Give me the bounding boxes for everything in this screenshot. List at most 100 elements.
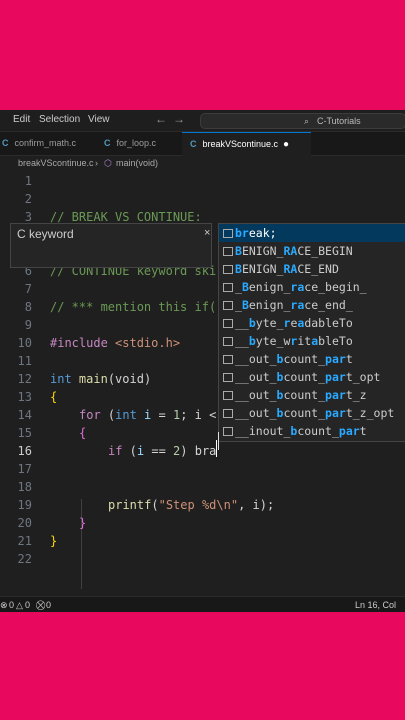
code-line-19: printf("Step %d\n", i); [108, 496, 274, 514]
suggestion-text: t_opt [345, 370, 381, 384]
suggestion-text: t_z_opt [345, 406, 395, 420]
code-line-20: } [79, 514, 86, 532]
command-center[interactable]: ⌕ C-Tutorials [200, 113, 405, 129]
line-number: 11 [17, 354, 32, 368]
code-line-16: if (i == 2) bra [108, 442, 216, 460]
match-highlight: ar [331, 370, 346, 384]
suggestion-item[interactable]: __out_bcount_part [219, 350, 405, 368]
match-highlight: B [241, 298, 249, 312]
suggestion-text: ce_begin_ [304, 280, 367, 294]
breadcrumb-symbol[interactable]: main(void) [116, 155, 158, 172]
suggestion-label: _Benign_race_begin_ [235, 278, 367, 296]
line-number: 19 [17, 498, 32, 512]
operator: = [151, 408, 173, 422]
hover-title: C keyword [17, 227, 74, 241]
status-bar: ⊗ 0 △ 0 ⛒ 0 Ln 16, Col 24 [0, 596, 405, 612]
menu-selection[interactable]: Selection [39, 114, 80, 125]
back-arrow-icon[interactable]: ← [155, 112, 167, 126]
line-number: 1 [24, 174, 32, 188]
code-line-12: int main(void) [50, 370, 151, 388]
suggestion-text: __ [235, 334, 249, 348]
ports-icon[interactable]: ⛒ [36, 597, 45, 612]
suggestion-item[interactable]: break; [219, 224, 405, 242]
suggestion-item[interactable]: __out_bcount_part_z [219, 386, 405, 404]
function-name: printf [108, 498, 152, 512]
keyword-icon [223, 229, 233, 238]
paren: ( [122, 444, 137, 458]
suggestion-text: _ [235, 280, 242, 294]
suggestion-text: __ [235, 316, 249, 330]
suggestion-label: BENIGN_RACE_BEGIN [235, 242, 353, 260]
keyword-icon [223, 283, 233, 292]
line-number: 14 [17, 408, 32, 422]
suggestion-text: t_z [345, 388, 367, 402]
suggestion-label: break; [235, 224, 277, 242]
c-file-icon: C [104, 138, 111, 148]
ports-count[interactable]: 0 [46, 597, 51, 612]
text-cursor [216, 440, 217, 457]
suggestion-label: _Benign_race_end_ [235, 296, 353, 314]
error-count[interactable]: 0 [9, 597, 14, 612]
line-number: 17 [17, 462, 32, 476]
suggestion-text: __out_ [235, 388, 277, 402]
suggestion-widget[interactable]: break; BENIGN_RACE_BEGIN BENIGN_RACE_END _B… [218, 223, 405, 442]
suggestion-item[interactable]: _Benign_race_begin_ [219, 278, 405, 296]
suggestion-item[interactable]: __byte_readableTo [219, 314, 405, 332]
menu-view[interactable]: View [88, 114, 110, 125]
suggestion-label: __byte_readableTo [235, 314, 353, 332]
suggestion-label: __out_bcount_part [235, 350, 353, 368]
paren: ( [151, 498, 159, 512]
unsaved-dot-icon[interactable]: ● [283, 133, 289, 156]
brace: } [79, 516, 87, 530]
close-icon[interactable]: × [204, 227, 210, 239]
match-highlight: ar [331, 406, 346, 420]
suggestion-item[interactable]: __inout_bcount_part [219, 422, 405, 440]
suggestion-text: count_ [283, 370, 326, 384]
suggestion-text: it [297, 334, 312, 348]
keyword-icon [223, 391, 233, 400]
suggestion-item[interactable]: __out_bcount_part_z_opt [219, 404, 405, 422]
match-highlight: ar [331, 388, 346, 402]
match-highlight: p [325, 370, 332, 384]
breadcrumb-file[interactable]: breakVScontinue.c [18, 155, 94, 172]
suggestion-label: __inout_bcount_part [235, 422, 367, 440]
suggestion-item[interactable]: __out_bcount_part_opt [219, 368, 405, 386]
line-number: 9 [24, 318, 32, 332]
suggestion-text: bleTo [318, 334, 353, 348]
suggestion-item[interactable]: BENIGN_RACE_END [219, 260, 405, 278]
warning-count[interactable]: 0 [25, 597, 30, 612]
suggestion-text: dableTo [304, 316, 353, 330]
editor-window: Edit Selection View ← → ⌕ C-Tutorials Cc… [0, 110, 405, 612]
type-keyword: int [50, 372, 72, 386]
command-center-label: C-Tutorials [317, 116, 361, 126]
line-number: 10 [17, 336, 32, 350]
menu-edit[interactable]: Edit [13, 114, 30, 125]
line-number: 21 [17, 534, 32, 548]
cursor-position[interactable]: Ln 16, Col 24 [355, 597, 405, 612]
tab-bar: Cconfirm_math.c Cfor_loop.c CbreakVScont… [0, 132, 405, 156]
code-rest: ; i < [180, 408, 217, 422]
warning-icon[interactable]: △ [16, 597, 23, 612]
tab-for-loop[interactable]: Cfor_loop.c [104, 132, 180, 155]
line-number: 2 [24, 192, 32, 206]
suggestion-item[interactable]: _Benign_race_end_ [219, 296, 405, 314]
tab-label: for_loop.c [116, 138, 157, 148]
suggestion-item[interactable]: __byte_writableTo [219, 332, 405, 350]
tab-break-vs-continue[interactable]: CbreakVScontinue.c ● [182, 132, 311, 156]
code-line-10: #include <stdio.h> [50, 334, 180, 352]
suggestion-item[interactable]: BENIGN_RACE_BEGIN [219, 242, 405, 260]
keyword-icon [223, 373, 233, 382]
error-icon[interactable]: ⊗ [0, 597, 8, 612]
match-highlight: ra [290, 298, 305, 312]
match-highlight: b [248, 316, 256, 330]
suggestion-text: ENIGN_ [241, 244, 284, 258]
forward-arrow-icon[interactable]: → [173, 112, 185, 126]
keyword-icon [223, 337, 233, 346]
operator: == [144, 444, 174, 458]
code-line-14: for (int i = 1; i < [79, 406, 216, 424]
suggestion-text: CE_BEGIN [297, 244, 353, 258]
page: { "menu": { "edit": "Edit", "selection":… [0, 0, 405, 720]
line-number: 12 [17, 372, 32, 386]
hover-tooltip: C keyword [10, 223, 212, 268]
tab-confirm-math[interactable]: Cconfirm_math.c [0, 132, 94, 155]
